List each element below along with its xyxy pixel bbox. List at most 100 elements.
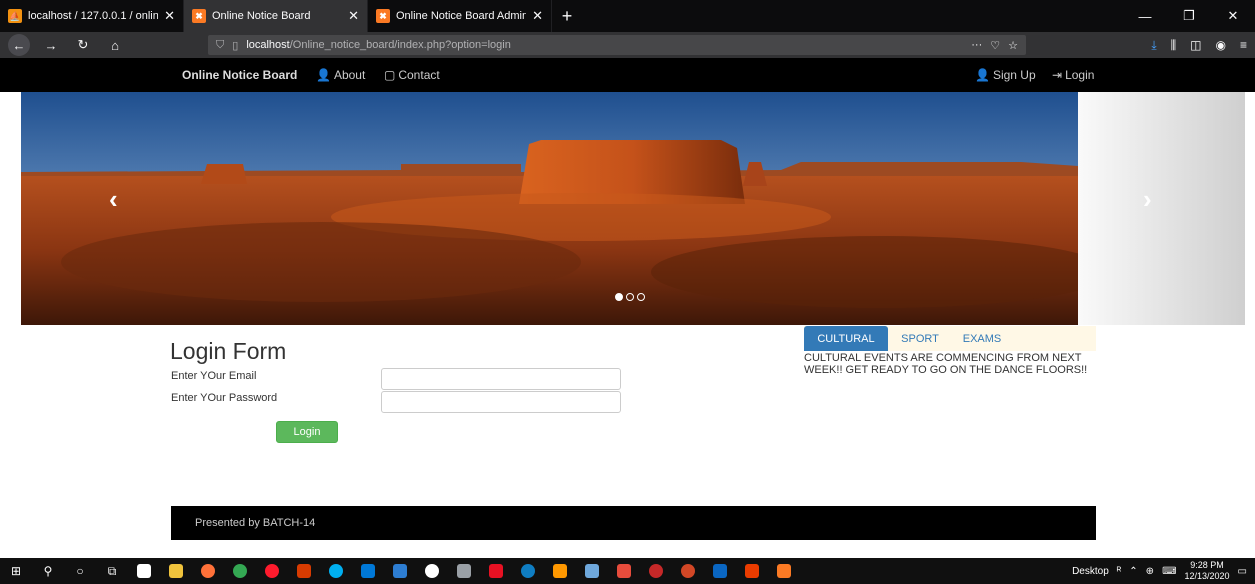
desktop-toolbar-label[interactable]: Desktop: [1072, 566, 1109, 577]
chevron-up-icon[interactable]: ⌃: [1129, 566, 1137, 577]
download-icon[interactable]: ⤓: [1151, 38, 1156, 53]
page-icon: ▯: [232, 39, 239, 52]
user-icon: 👤: [975, 68, 990, 82]
app-icon[interactable]: [292, 562, 316, 580]
carousel-indicators: [615, 293, 645, 301]
browser-toolbar: ← → ↻ ⌂ ⛉ ▯ localhost/Online_notice_boar…: [0, 32, 1255, 58]
menu-icon[interactable]: ≡: [1240, 38, 1247, 52]
url-path: /Online_notice_board/index.php?option=lo…: [289, 39, 511, 51]
cortana-icon[interactable]: ○: [68, 562, 92, 580]
mail-icon[interactable]: [484, 562, 508, 580]
carousel-indicator[interactable]: [626, 293, 634, 301]
browser-tab-notice-board[interactable]: ✖ Online Notice Board ✕: [184, 0, 368, 32]
nav-signup-link[interactable]: 👤 Sign Up: [975, 68, 1036, 82]
forward-arrow-icon[interactable]: →: [40, 34, 62, 56]
task-view-icon[interactable]: ⧉: [100, 562, 124, 580]
carousel-indicator[interactable]: [615, 293, 623, 301]
windows-taskbar: ⊞ ⚲ ○ ⧉ Desktop ᴿ ⌃ ⊕ ⌨ 9:28 PM 12/13/202…: [0, 558, 1255, 584]
windows-start-icon[interactable]: ⊞: [4, 562, 28, 580]
back-arrow-icon[interactable]: ←: [8, 34, 30, 56]
nav-contact-link[interactable]: ▢ Contact: [384, 68, 440, 82]
clock[interactable]: 9:28 PM 12/13/2020: [1185, 560, 1230, 582]
window-controls: — ❐ ✕: [1123, 0, 1255, 32]
network-icon[interactable]: ⊕: [1146, 566, 1154, 577]
notice-tabs: CULTURAL SPORT EXAMS: [804, 326, 1096, 351]
login-form-title: Login Form: [170, 338, 287, 364]
close-window-icon[interactable]: ✕: [1211, 0, 1255, 32]
camera-icon[interactable]: [452, 562, 476, 580]
nav-login-link[interactable]: ⇥ Login: [1052, 68, 1094, 82]
opera-icon[interactable]: [260, 562, 284, 580]
carousel-indicator[interactable]: [637, 293, 645, 301]
close-icon[interactable]: ✕: [348, 8, 359, 24]
tab-exams[interactable]: EXAMS: [954, 326, 1010, 351]
user-icon: 👤: [316, 68, 331, 82]
clock-date: 12/13/2020: [1184, 571, 1230, 581]
footer-text: Presented by BATCH-14: [195, 517, 316, 529]
minimize-icon[interactable]: —: [1123, 0, 1167, 32]
search-icon[interactable]: ⚲: [36, 562, 60, 580]
carousel-next-area: [1078, 92, 1245, 325]
browser-tab-title: Online Notice Board Admin Da: [396, 10, 527, 22]
app-icon[interactable]: [612, 562, 636, 580]
site-brand[interactable]: Online Notice Board: [182, 68, 297, 82]
chevron-right-icon[interactable]: ›: [1143, 184, 1152, 215]
carousel-slide-image: [21, 92, 1078, 325]
pocket-icon[interactable]: ♡: [990, 39, 1000, 52]
xampp-icon[interactable]: [772, 562, 796, 580]
login-button[interactable]: Login: [276, 421, 338, 443]
app-icon[interactable]: [388, 562, 412, 580]
tab-sport[interactable]: SPORT: [892, 326, 948, 351]
chrome-icon[interactable]: [228, 562, 252, 580]
account-icon[interactable]: ◉: [1216, 38, 1226, 52]
office-icon[interactable]: [740, 562, 764, 580]
page-footer: Presented by BATCH-14: [171, 506, 1096, 540]
tab-cultural[interactable]: CULTURAL: [804, 326, 888, 351]
skype-icon[interactable]: [324, 562, 348, 580]
login-icon: ⇥: [1052, 68, 1063, 82]
clock-time: 9:28 PM: [1190, 560, 1224, 570]
close-icon[interactable]: ✕: [164, 8, 175, 24]
people-icon[interactable]: ᴿ: [1117, 566, 1122, 577]
reload-icon[interactable]: ↻: [72, 34, 94, 56]
store-icon[interactable]: [132, 562, 156, 580]
browser-tab-bar: ⛵ localhost / 127.0.0.1 / online_n ✕ ✖ O…: [0, 0, 1255, 32]
browser-tab-admin[interactable]: ✖ Online Notice Board Admin Da ✕: [368, 0, 552, 32]
browser-tab-phpmyadmin[interactable]: ⛵ localhost / 127.0.0.1 / online_n ✕: [0, 0, 184, 32]
address-bar[interactable]: ⛉ ▯ localhost/Online_notice_board/index.…: [208, 35, 1026, 55]
sublime-icon[interactable]: [548, 562, 572, 580]
powerpoint-icon[interactable]: [676, 562, 700, 580]
nav-about-link[interactable]: 👤 About: [316, 68, 365, 82]
restore-icon[interactable]: ❐: [1167, 0, 1211, 32]
notice-content: CULTURAL EVENTS ARE COMMENCING FROM NEXT…: [804, 352, 1088, 376]
bookmark-star-icon[interactable]: ☆: [1008, 39, 1018, 52]
toolbar-right: ⤓ ⫼ ◫ ◉ ≡: [1151, 35, 1247, 55]
notifications-icon[interactable]: ▭: [1238, 566, 1247, 577]
firefox-icon[interactable]: [196, 562, 220, 580]
new-tab-button[interactable]: +: [552, 0, 582, 32]
password-label: Enter YOur Password: [171, 392, 278, 404]
image-carousel: ‹ ›: [21, 92, 1245, 325]
edge-icon[interactable]: [516, 562, 540, 580]
chat-icon[interactable]: [356, 562, 380, 580]
sidebar-icon[interactable]: ◫: [1190, 38, 1201, 52]
library-icon[interactable]: ⫼: [1171, 38, 1177, 53]
shield-icon: ⛉: [216, 38, 225, 51]
browser-tab-title: localhost / 127.0.0.1 / online_n: [28, 10, 159, 22]
email-input[interactable]: [381, 368, 621, 390]
app-icon[interactable]: [644, 562, 668, 580]
app-icon[interactable]: [420, 562, 444, 580]
home-icon[interactable]: ⌂: [104, 34, 126, 56]
app-icon[interactable]: [580, 562, 604, 580]
chevron-left-icon[interactable]: ‹: [109, 184, 118, 215]
xampp-icon: ✖: [376, 9, 390, 23]
password-input[interactable]: [381, 391, 621, 413]
linkedin-icon[interactable]: [708, 562, 732, 580]
file-explorer-icon[interactable]: [164, 562, 188, 580]
close-icon[interactable]: ✕: [532, 8, 543, 24]
more-actions-icon[interactable]: ···: [971, 39, 982, 52]
url-host: localhost: [246, 39, 290, 51]
site-navbar: Online Notice Board 👤 About ▢ Contact 👤 Sig…: [0, 58, 1255, 92]
email-label: Enter YOur Email: [171, 370, 257, 382]
keyboard-icon[interactable]: ⌨: [1162, 566, 1176, 577]
